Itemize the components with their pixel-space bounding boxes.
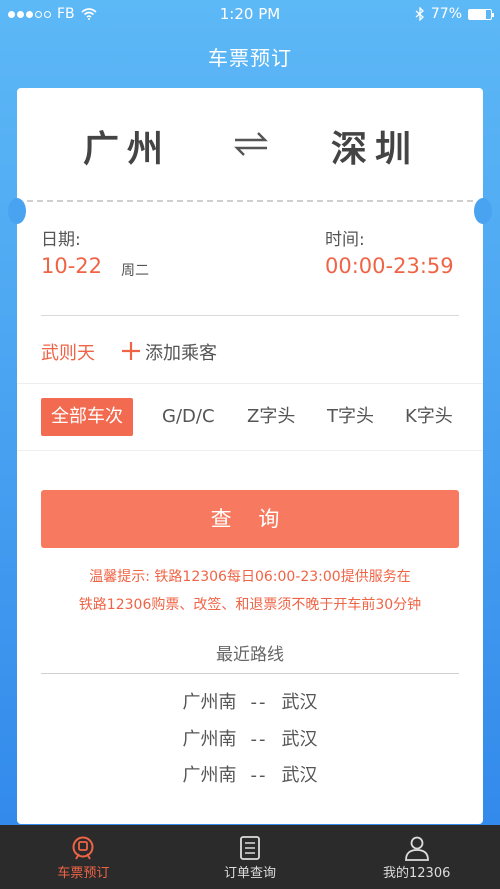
route-separator: --	[250, 765, 268, 786]
tip-line-1: 温馨提示: 铁路12306每日06:00-23:00提供服务在	[89, 569, 411, 585]
filter-t[interactable]: T字头	[317, 398, 384, 436]
route-separator: --	[250, 692, 268, 713]
ticket-dashed-divider	[27, 200, 473, 202]
tab-my-12306[interactable]: 我的12306	[333, 825, 500, 889]
user-icon	[404, 836, 429, 861]
route-from: 广州南	[182, 692, 237, 713]
recent-route[interactable]: 广州南 -- 武汉	[17, 688, 483, 714]
status-bar: FB 1:20 PM 77%	[0, 0, 500, 28]
recent-route[interactable]: 广州南 -- 武汉	[17, 725, 483, 751]
order-list-icon	[240, 836, 260, 860]
tab-label: 车票预订	[57, 866, 110, 881]
train-icon	[72, 836, 94, 860]
to-station[interactable]: 深圳	[331, 120, 419, 172]
ticket-notch-right	[474, 198, 492, 224]
weekday: 周二	[121, 263, 149, 279]
tab-label: 我的12306	[383, 866, 451, 881]
filter-z[interactable]: Z字头	[237, 398, 305, 436]
route-from: 广州南	[182, 765, 237, 786]
filter-k[interactable]: K字头	[395, 398, 463, 436]
route-to: 武汉	[281, 729, 318, 750]
page-title: 车票预订	[208, 46, 292, 70]
plus-icon[interactable]	[121, 341, 141, 361]
route-separator: --	[250, 729, 268, 750]
route-from: 广州南	[182, 729, 237, 750]
filter-all-trains[interactable]: 全部车次	[41, 398, 133, 436]
tab-ticket-booking[interactable]: 车票预订	[0, 825, 167, 889]
status-right: 77%	[415, 6, 494, 22]
time-range-value[interactable]: 00:00-23:59	[325, 254, 454, 278]
tab-bar: 车票预订 订单查询 我的12306	[0, 825, 500, 889]
tab-label: 订单查询	[224, 866, 277, 881]
tab-order-query[interactable]: 订单查询	[167, 825, 334, 889]
battery-fill	[469, 9, 486, 19]
battery-icon	[468, 8, 494, 20]
swap-arrows-icon[interactable]	[233, 130, 269, 158]
battery-percent: 77%	[430, 6, 462, 22]
search-button[interactable]: 查 询	[41, 490, 459, 548]
tip-line-2: 铁路12306购票、改签、和退票须不晚于开车前30分钟	[78, 597, 422, 613]
bluetooth-icon	[415, 7, 424, 21]
recent-routes-title: 最近路线	[216, 645, 284, 665]
filter-gdc[interactable]: G/D/C	[152, 398, 225, 436]
date-value[interactable]: 10-22	[41, 254, 102, 278]
divider	[41, 673, 459, 674]
ticket-notch-left	[8, 198, 26, 224]
route-to: 武汉	[281, 765, 318, 786]
add-passenger-button[interactable]: 添加乘客	[145, 339, 217, 365]
date-label: 日期:	[41, 230, 81, 250]
divider	[41, 315, 459, 316]
recent-route[interactable]: 广州南 -- 武汉	[17, 761, 483, 787]
passenger-name[interactable]: 武则天	[41, 339, 95, 365]
booking-card: 广州 深圳 日期: 10-22 周二 时间: 00:00-23:59 武则天 添…	[8, 88, 492, 824]
route-to: 武汉	[281, 692, 318, 713]
from-station[interactable]: 广州	[83, 120, 171, 172]
train-type-filters: 全部车次 G/D/C Z字头 T字头 K字头	[17, 383, 483, 451]
time-label: 时间:	[325, 230, 365, 250]
